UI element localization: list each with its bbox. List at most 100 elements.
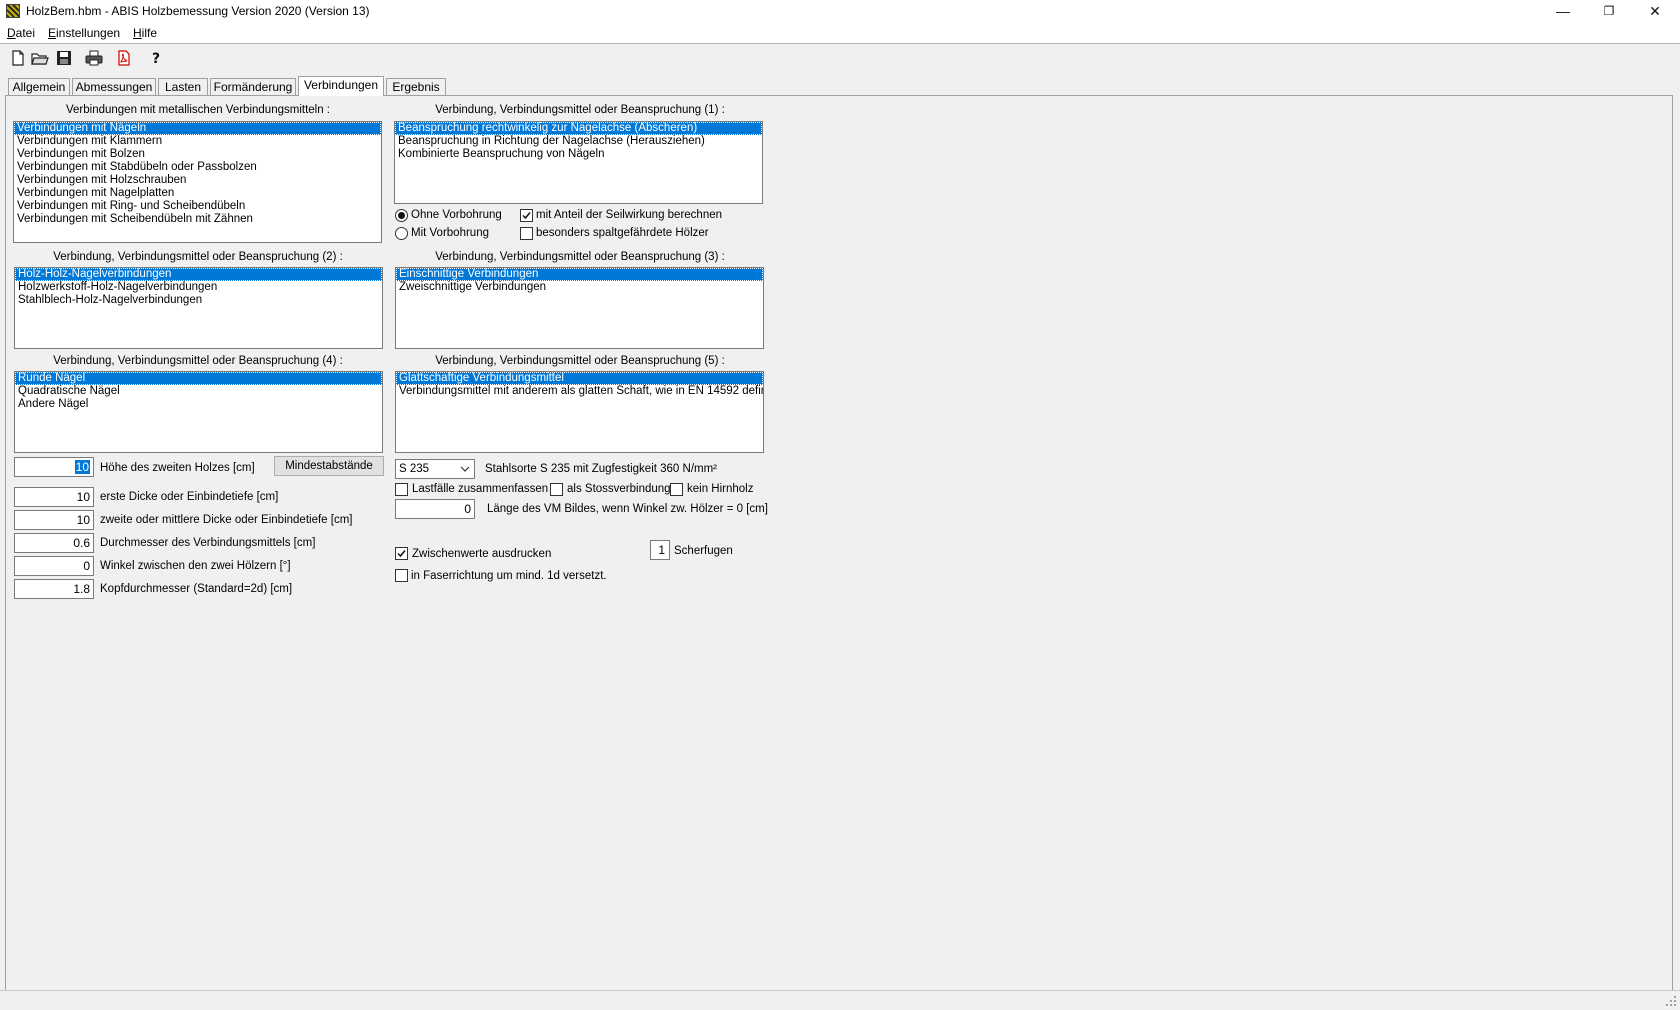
list-item[interactable]: Glattschaftige Verbindungsmittel bbox=[396, 372, 763, 385]
metal-connectors-listbox[interactable]: Verbindungen mit Nägeln Verbindungen mit… bbox=[13, 121, 382, 243]
window-title: HolzBem.hbm - ABIS Holzbemessung Version… bbox=[26, 4, 370, 18]
stossverbindung-label: als Stossverbindung bbox=[567, 483, 671, 495]
title-bar: HolzBem.hbm - ABIS Holzbemessung Version… bbox=[0, 0, 1680, 24]
dicke2-label: zweite oder mittlere Dicke oder Einbinde… bbox=[100, 514, 353, 526]
caption-vb4: Verbindung, Verbindungsmittel oder Beans… bbox=[53, 355, 343, 367]
checkmark-icon bbox=[397, 550, 406, 558]
vm-laenge-label: Länge des VM Bildes, wenn Winkel zw. Höl… bbox=[487, 503, 768, 515]
toolbar: ? bbox=[0, 44, 1680, 72]
hoehe-value: 10 bbox=[74, 460, 90, 474]
caption-vb1: Verbindung, Verbindungsmittel oder Beans… bbox=[435, 104, 725, 116]
stahlsorte-select[interactable]: S 235 bbox=[395, 459, 475, 479]
dicke1-input[interactable]: 10 bbox=[14, 487, 94, 507]
minimize-button[interactable]: — bbox=[1540, 0, 1586, 24]
app-icon bbox=[6, 4, 20, 18]
dicke2-input[interactable]: 10 bbox=[14, 510, 94, 530]
tab-allgemein[interactable]: Allgemein bbox=[8, 78, 70, 96]
list-item[interactable]: Runde Nägel bbox=[15, 372, 382, 385]
list-item[interactable]: Verbindungen mit Nagelplatten bbox=[14, 187, 381, 200]
kopfdurchmesser-label: Kopfdurchmesser (Standard=2d) [cm] bbox=[100, 583, 293, 595]
hirnholz-checkbox[interactable] bbox=[670, 483, 683, 496]
tab-ergebnis[interactable]: Ergebnis bbox=[386, 78, 446, 96]
resize-grip-icon[interactable] bbox=[1665, 995, 1677, 1007]
vb2-listbox[interactable]: Holz-Holz-Nagelverbindungen Holzwerkstof… bbox=[14, 267, 383, 349]
mit-vorbohrung-radio[interactable] bbox=[395, 227, 408, 240]
list-item[interactable]: Verbindungen mit Stabdübeln oder Passbol… bbox=[14, 161, 381, 174]
help-icon[interactable]: ? bbox=[146, 48, 166, 68]
vb3-listbox[interactable]: Einschnittige Verbindungen Zweischnittig… bbox=[395, 267, 764, 349]
menu-hilfe[interactable]: Hilfe bbox=[133, 26, 157, 40]
vb5-listbox[interactable]: Glattschaftige Verbindungsmittel Verbind… bbox=[395, 371, 764, 453]
caption-vb5: Verbindung, Verbindungsmittel oder Beans… bbox=[435, 355, 725, 367]
ohne-vorbohrung-radio[interactable] bbox=[395, 209, 408, 222]
seilwirkung-label: mit Anteil der Seilwirkung berechnen bbox=[536, 209, 723, 221]
lastfaelle-checkbox[interactable] bbox=[395, 483, 408, 496]
checkmark-icon bbox=[522, 212, 531, 220]
hoehe-label: Höhe des zweiten Holzes [cm] bbox=[100, 462, 255, 474]
list-item[interactable]: Holz-Holz-Nagelverbindungen bbox=[15, 268, 382, 281]
list-item[interactable]: Stahlblech-Holz-Nagelverbindungen bbox=[15, 294, 382, 307]
tab-lasten[interactable]: Lasten bbox=[158, 78, 208, 96]
caption-metal: Verbindungen mit metallischen Verbindung… bbox=[65, 104, 331, 116]
mindestabstaende-button[interactable]: Mindestabstände bbox=[274, 456, 384, 476]
stossverbindung-checkbox[interactable] bbox=[550, 483, 563, 496]
menu-einstellungen[interactable]: Einstellungen bbox=[48, 26, 120, 40]
list-item[interactable]: Verbindungen mit Bolzen bbox=[14, 148, 381, 161]
caption-vb3: Verbindung, Verbindungsmittel oder Beans… bbox=[435, 251, 725, 263]
maximize-button[interactable]: ❐ bbox=[1586, 0, 1632, 24]
list-item[interactable]: Andere Nägel bbox=[15, 398, 382, 411]
list-item[interactable]: Holzwerkstoff-Holz-Nagelverbindungen bbox=[15, 281, 382, 294]
list-item[interactable]: Verbindungsmittel mit anderem als glatte… bbox=[396, 385, 763, 398]
zwischenwerte-checkbox[interactable] bbox=[395, 547, 408, 560]
list-item[interactable]: Verbindungen mit Klammern bbox=[14, 135, 381, 148]
faserrichtung-checkbox[interactable] bbox=[395, 569, 408, 582]
hirnholz-label: kein Hirnholz bbox=[687, 483, 754, 495]
list-item[interactable]: Kombinierte Beanspruchung von Nägeln bbox=[395, 148, 762, 161]
winkel-label: Winkel zwischen den zwei Hölzern [°] bbox=[100, 560, 291, 572]
close-button[interactable]: ✕ bbox=[1632, 0, 1678, 24]
vm-laenge-input[interactable]: 0 bbox=[395, 499, 475, 519]
hoehe-input[interactable]: 10 bbox=[14, 457, 94, 477]
svg-text:?: ? bbox=[152, 51, 160, 67]
list-item[interactable]: Beanspruchung in Richtung der Nagelachse… bbox=[395, 135, 762, 148]
open-folder-icon[interactable] bbox=[30, 48, 50, 68]
save-disk-icon[interactable] bbox=[54, 48, 74, 68]
ohne-vorbohrung-label: Ohne Vorbohrung bbox=[411, 209, 502, 221]
zwischenwerte-label: Zwischenwerte ausdrucken bbox=[412, 548, 552, 560]
menu-datei[interactable]: Datei bbox=[7, 26, 35, 40]
spaltgefaehrdet-checkbox[interactable] bbox=[520, 227, 533, 240]
stahlsorte-description: Stahlsorte S 235 mit Zugfestigkeit 360 N… bbox=[485, 463, 718, 475]
lastfaelle-label: Lastfälle zusammenfassen bbox=[412, 483, 549, 495]
pdf-icon[interactable] bbox=[114, 48, 134, 68]
chevron-down-icon bbox=[460, 466, 470, 472]
spaltgefaehrdet-label: besonders spaltgefährdete Hölzer bbox=[536, 227, 709, 239]
seilwirkung-checkbox[interactable] bbox=[520, 209, 533, 222]
status-bar bbox=[0, 991, 1680, 1010]
vb4-listbox[interactable]: Runde Nägel Quadratische Nägel Andere Nä… bbox=[14, 371, 383, 453]
tab-verbindungen[interactable]: Verbindungen bbox=[298, 76, 384, 96]
list-item[interactable]: Einschnittige Verbindungen bbox=[396, 268, 763, 281]
list-item[interactable]: Verbindungen mit Ring- und Scheibendübel… bbox=[14, 200, 381, 213]
tab-abmessungen[interactable]: Abmessungen bbox=[72, 78, 156, 96]
list-item[interactable]: Zweischnittige Verbindungen bbox=[396, 281, 763, 294]
faserrichtung-label: in Faserrichtung um mind. 1d versetzt. bbox=[411, 570, 607, 582]
caption-vb2: Verbindung, Verbindungsmittel oder Beans… bbox=[53, 251, 343, 263]
mit-vorbohrung-label: Mit Vorbohrung bbox=[411, 227, 489, 239]
list-item[interactable]: Verbindungen mit Nägeln bbox=[14, 122, 381, 135]
tab-formaenderung[interactable]: Formänderung bbox=[210, 78, 296, 96]
list-item[interactable]: Verbindungen mit Holzschrauben bbox=[14, 174, 381, 187]
print-icon[interactable] bbox=[84, 48, 104, 68]
stahlsorte-value: S 235 bbox=[399, 463, 430, 475]
winkel-input[interactable]: 0 bbox=[14, 556, 94, 576]
list-item[interactable]: Quadratische Nägel bbox=[15, 385, 382, 398]
scherfugen-input[interactable]: 1 bbox=[650, 540, 670, 560]
new-document-icon[interactable] bbox=[8, 48, 28, 68]
scherfugen-label: Scherfugen bbox=[674, 545, 733, 557]
dicke1-label: erste Dicke oder Einbindetiefe [cm] bbox=[100, 491, 279, 503]
durchmesser-input[interactable]: 0.6 bbox=[14, 533, 94, 553]
list-item[interactable]: Verbindungen mit Scheibendübeln mit Zähn… bbox=[14, 213, 381, 226]
vb1-listbox[interactable]: Beanspruchung rechtwinkelig zur Nagelach… bbox=[394, 121, 763, 204]
durchmesser-label: Durchmesser des Verbindungsmittels [cm] bbox=[100, 537, 316, 549]
list-item[interactable]: Beanspruchung rechtwinkelig zur Nagelach… bbox=[395, 122, 762, 135]
kopfdurchmesser-input[interactable]: 1.8 bbox=[14, 579, 94, 599]
